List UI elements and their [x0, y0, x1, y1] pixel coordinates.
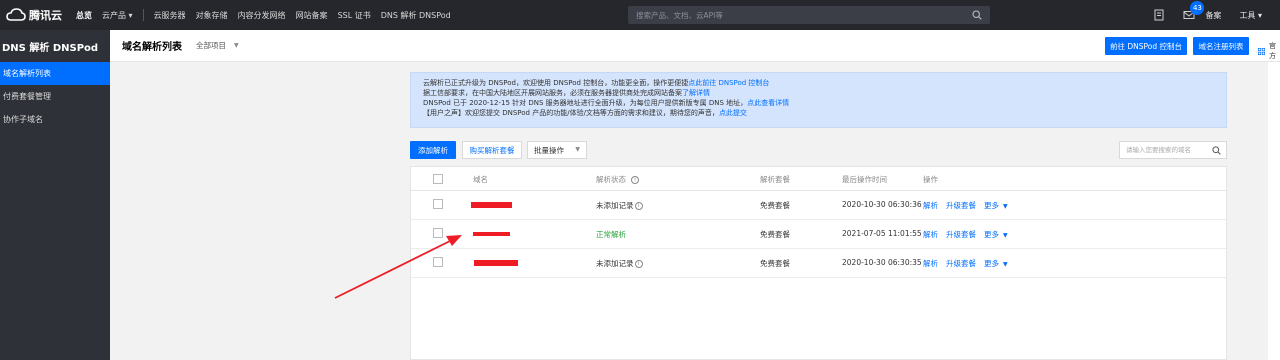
redacted-domain[interactable] — [474, 260, 518, 266]
select-all-checkbox[interactable] — [433, 174, 443, 184]
message-count-badge: 43 — [1190, 1, 1205, 15]
buy-package-button[interactable]: 购买解析套餐 — [462, 141, 522, 159]
sidebar-item-domain-list[interactable]: 域名解析列表 — [0, 62, 110, 85]
info-icon[interactable]: i — [631, 175, 639, 184]
more-dropdown[interactable]: 更多 ▼ — [984, 258, 1008, 269]
upgrade-package-link[interactable]: 升级套餐 — [946, 229, 976, 240]
page-header: 域名解析列表 全部项目 ▼ 前往 DNSPod 控制台 域名注册列表 官方 — [110, 30, 1280, 62]
more-dropdown[interactable]: 更多 ▼ — [984, 229, 1008, 240]
status-text: 未添加记录 i — [596, 258, 643, 269]
notice-link-submit[interactable]: 点此提交 — [719, 109, 747, 117]
top-navigation: 腾讯云 总览 云产品 ▾ 云服务器 对象存储 内容分发网络 网站备案 SSL 证… — [0, 0, 1280, 30]
goto-dnspod-console-button[interactable]: 前往 DNSPod 控制台 — [1105, 37, 1187, 55]
caret-down-icon: ▾ — [128, 10, 133, 20]
domain-register-list-button[interactable]: 域名注册列表 — [1193, 37, 1249, 55]
sidebar-title: DNS 解析 DNSPod — [2, 42, 99, 54]
table-row: 未添加记录 i 免费套餐 2020-10-30 06:30:36 解析 升级套餐 … — [411, 191, 1226, 220]
status-text: 正常解析 — [596, 230, 626, 239]
notice-line-1: 云解析已正式升级为 DNSPod，欢迎使用 DNSPod 控制台，功能更全面，操… — [423, 79, 770, 87]
notice-line-4: 【用户之声】欢迎您提交 DNSPod 产品的功能/体验/文档等方面的需求和建议，… — [423, 109, 747, 117]
nav-overview[interactable]: 总览 — [76, 10, 92, 21]
caret-down-icon: ▼ — [234, 42, 239, 49]
table-row: 未添加记录 i 免费套餐 2020-10-30 06:30:35 解析 升级套餐 … — [411, 249, 1226, 278]
nav-products[interactable]: 云产品 ▾ — [102, 10, 133, 21]
upgrade-package-link[interactable]: 升级套餐 — [946, 200, 976, 211]
last-op-time: 2020-10-30 06:30:35 — [842, 258, 922, 267]
notice-banner: 云解析已正式升级为 DNSPod，欢迎使用 DNSPod 控制台，功能更全面，操… — [410, 72, 1227, 128]
notice-line-2: 据工信部要求，在中国大陆地区开展网站服务，必须在服务器提供商处完成网站备案了解详… — [423, 89, 710, 97]
sidebar-item-paid-packages[interactable]: 付费套餐管理 — [0, 85, 110, 108]
domain-table: 域名 解析状态 i 解析套餐 最后操作时间 操作 未添加记录 i 免费套餐 2020… — [410, 166, 1227, 360]
caret-down-icon: ▼ — [1003, 232, 1008, 239]
caret-down-icon: ▼ — [575, 146, 580, 153]
nav-ssl[interactable]: SSL 证书 — [338, 10, 371, 21]
table-row: 正常解析 免费套餐 2021-07-05 11:01:55 解析 升级套餐 更多… — [411, 220, 1226, 249]
package-text: 免费套餐 — [760, 259, 790, 268]
notice-line-3: DNSPod 已于 2020-12-15 针对 DNS 服务器地址进行全面升级，… — [423, 99, 790, 107]
header-status: 解析状态 i — [596, 174, 639, 185]
caret-down-icon: ▼ — [1003, 203, 1008, 210]
package-text: 免费套餐 — [760, 230, 790, 239]
brand-name: 腾讯云 — [29, 9, 62, 22]
add-record-button[interactable]: 添加解析 — [410, 141, 456, 159]
row-checkbox[interactable] — [433, 199, 443, 209]
header-last-op-time: 最后操作时间 — [842, 175, 887, 184]
resolve-link[interactable]: 解析 — [923, 258, 938, 269]
last-op-time: 2020-10-30 06:30:36 — [842, 200, 922, 209]
resolve-link[interactable]: 解析 — [923, 200, 938, 211]
notice-link-view[interactable]: 点此查看详情 — [747, 99, 789, 107]
beian-link[interactable]: 备案 — [1205, 10, 1221, 21]
nav-beian[interactable]: 网站备案 — [296, 10, 328, 21]
notice-link-details[interactable]: 了解详情 — [682, 89, 710, 97]
notice-link-console[interactable]: 点此前往 DNSPod 控制台 — [688, 79, 769, 87]
row-operations: 解析 升级套餐 更多 ▼ — [923, 258, 1016, 269]
domain-search-field[interactable] — [1119, 141, 1227, 159]
header-domain: 域名 — [473, 175, 488, 184]
global-search-placeholder: 搜索产品、文档、云API等 — [636, 11, 723, 20]
right-panel-edge — [1268, 62, 1280, 360]
tools-menu[interactable]: 工具 ▾ — [1239, 10, 1262, 21]
nav-cos[interactable]: 对象存储 — [196, 10, 228, 21]
global-search-input[interactable]: 搜索产品、文档、云API等 — [628, 6, 990, 24]
batch-operation-select[interactable]: 批量操作 ▼ — [527, 141, 587, 159]
row-operations: 解析 升级套餐 更多 ▼ — [923, 229, 1016, 240]
message-button[interactable]: 43 — [1183, 1, 1205, 21]
nav-cdn[interactable]: 内容分发网络 — [238, 10, 286, 21]
nav-dnspod[interactable]: DNS 解析 DNSPod — [381, 10, 451, 21]
grid-icon — [1258, 47, 1266, 55]
redacted-domain[interactable] — [473, 232, 510, 236]
status-text: 未添加记录 i — [596, 200, 643, 211]
cloud-logo-icon — [6, 8, 26, 21]
sidebar: DNS 解析 DNSPod 域名解析列表 付费套餐管理 协作子域名 — [0, 30, 110, 360]
nav-cvm[interactable]: 云服务器 — [154, 10, 186, 21]
package-text: 免费套餐 — [760, 201, 790, 210]
redacted-domain[interactable] — [471, 202, 512, 208]
project-selector[interactable]: 全部项目 ▼ — [196, 40, 239, 51]
resolve-link[interactable]: 解析 — [923, 229, 938, 240]
brand-logo[interactable]: 腾讯云 — [0, 7, 64, 23]
row-checkbox[interactable] — [433, 257, 443, 267]
search-icon[interactable] — [972, 10, 982, 20]
page-title: 域名解析列表 — [122, 42, 182, 53]
domain-search-input[interactable] — [1120, 142, 1208, 158]
upgrade-package-link[interactable]: 升级套餐 — [946, 258, 976, 269]
official-link[interactable]: 官方 — [1258, 41, 1280, 61]
caret-down-icon: ▾ — [1257, 10, 1262, 20]
row-operations: 解析 升级套餐 更多 ▼ — [923, 200, 1016, 211]
row-checkbox[interactable] — [433, 228, 443, 238]
caret-down-icon: ▼ — [1003, 261, 1008, 268]
info-icon[interactable]: i — [634, 259, 643, 268]
header-operations: 操作 — [923, 175, 938, 184]
more-dropdown[interactable]: 更多 ▼ — [984, 200, 1008, 211]
table-header: 域名 解析状态 i 解析套餐 最后操作时间 操作 — [411, 167, 1226, 191]
header-package: 解析套餐 — [760, 175, 790, 184]
document-icon[interactable] — [1153, 9, 1165, 21]
nav-divider — [142, 9, 144, 21]
last-op-time: 2021-07-05 11:01:55 — [842, 229, 922, 238]
sidebar-item-sub-domains[interactable]: 协作子域名 — [0, 108, 110, 131]
info-icon[interactable]: i — [634, 201, 643, 210]
search-icon[interactable] — [1212, 146, 1221, 155]
